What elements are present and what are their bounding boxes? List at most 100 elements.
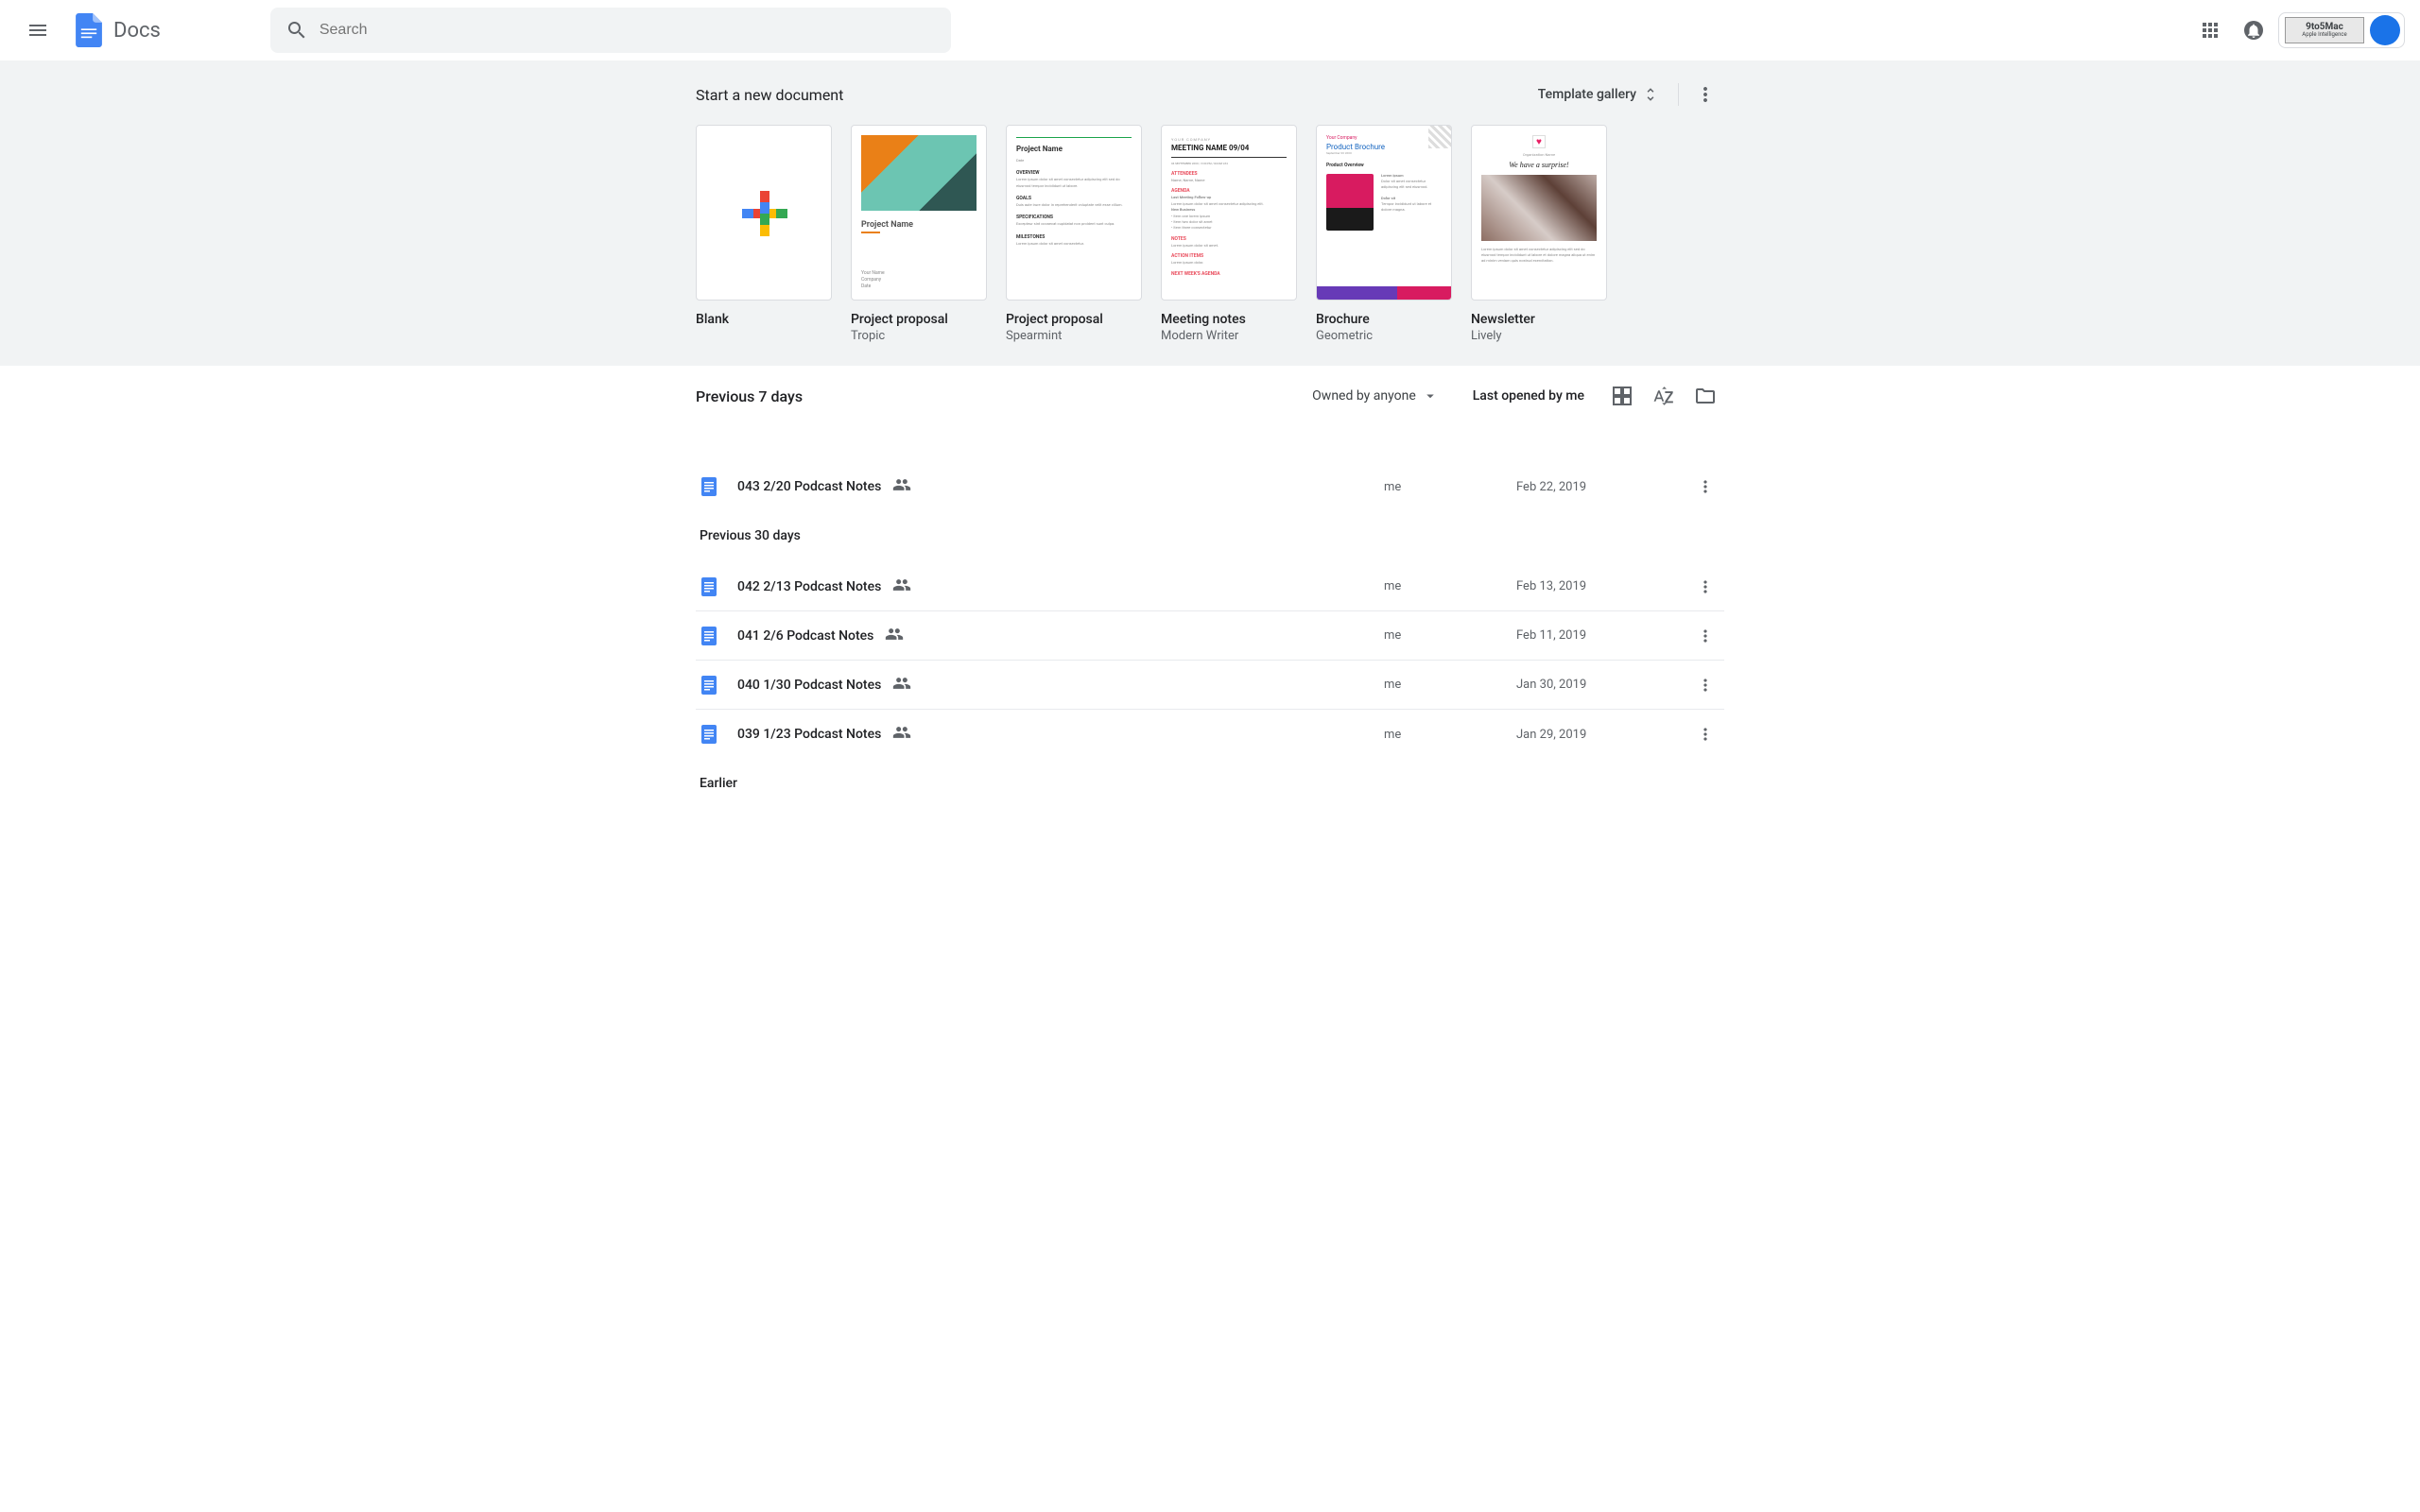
document-owner: me (1384, 480, 1516, 494)
more-vert-icon (1696, 627, 1715, 645)
document-date: Jan 29, 2019 (1516, 728, 1686, 742)
file-picker-button[interactable] (1686, 377, 1724, 415)
doc-icon (700, 477, 718, 496)
template-meeting-notes[interactable]: YOUR COMPANY MEETING NAME 09/04 04 SEPTE… (1161, 125, 1297, 343)
template-gallery-label: Template gallery (1538, 87, 1636, 102)
more-vert-icon (1696, 676, 1715, 695)
shared-icon (892, 674, 911, 696)
template-name: Brochure (1316, 312, 1452, 327)
documents-section: Previous 7 days Owned by anyone Last ope… (662, 366, 1758, 800)
avatar (2370, 15, 2400, 45)
template-blank[interactable]: Blank (696, 125, 832, 343)
shared-icon (892, 576, 911, 598)
document-row[interactable]: 041 2/6 Podcast Notes meFeb 11, 2019 (696, 611, 1724, 661)
more-vert-icon (1696, 477, 1715, 496)
notifications-button[interactable] (2235, 11, 2273, 49)
view-controls (1603, 377, 1724, 415)
templates-header: Start a new document Template gallery (696, 76, 1724, 113)
document-row[interactable]: 043 2/20 Podcast Notes meFeb 22, 2019 (696, 462, 1724, 511)
template-name: Newsletter (1471, 312, 1607, 327)
template-sub: Lively (1471, 329, 1607, 343)
apps-button[interactable] (2191, 11, 2229, 49)
template-gallery-button[interactable]: Template gallery (1527, 78, 1670, 111)
template-thumb: Project Name Your NameCompanyDate (851, 125, 987, 301)
document-date: Feb 22, 2019 (1516, 480, 1686, 494)
section-label: Previous 30 days (696, 511, 1724, 553)
brand-sub: Apple Intelligence (2302, 32, 2346, 38)
header-right: 9to5Mac Apple Intelligence (2191, 11, 2405, 49)
document-more-button[interactable] (1686, 617, 1724, 655)
sort-label[interactable]: Last opened by me (1473, 388, 1584, 404)
dropdown-icon (1422, 387, 1439, 404)
hamburger-icon (26, 19, 49, 42)
document-more-button[interactable] (1686, 468, 1724, 506)
templates-row: Blank Project Name Your NameCompanyDate … (696, 125, 1724, 343)
templates-more-button[interactable] (1686, 76, 1724, 113)
section-label: Previous 7 days (696, 387, 1301, 405)
folder-icon (1694, 385, 1717, 407)
doc-icon (700, 676, 718, 695)
template-sub: Modern Writer (1161, 329, 1297, 343)
grid-view-icon (1611, 385, 1634, 407)
separator (1678, 83, 1679, 106)
template-sub: Tropic (851, 329, 987, 343)
document-name: 040 1/30 Podcast Notes (737, 678, 881, 693)
document-name: 039 1/23 Podcast Notes (737, 727, 881, 742)
template-name: Project proposal (851, 312, 987, 327)
app-title: Docs (113, 19, 161, 43)
shared-icon (892, 475, 911, 498)
more-vert-icon (1696, 577, 1715, 596)
template-newsletter[interactable]: ♥ Organization Name We have a surprise! … (1471, 125, 1607, 343)
document-row[interactable]: 042 2/13 Podcast Notes meFeb 13, 2019 (696, 562, 1724, 611)
sort-az-icon (1652, 385, 1675, 407)
search-icon (285, 19, 308, 42)
app-logo[interactable]: Docs (72, 13, 161, 47)
shared-icon (885, 625, 904, 647)
account-switcher[interactable]: 9to5Mac Apple Intelligence (2278, 12, 2405, 48)
main-menu-button[interactable] (15, 8, 60, 53)
document-owner: me (1384, 628, 1516, 643)
template-brochure[interactable]: Your Company Product Brochure September … (1316, 125, 1452, 343)
document-name: 041 2/6 Podcast Notes (737, 628, 873, 644)
templates-section: Start a new document Template gallery Bl… (0, 60, 2420, 366)
template-sub: Geometric (1316, 329, 1452, 343)
grid-view-button[interactable] (1603, 377, 1641, 415)
document-date: Jan 30, 2019 (1516, 678, 1686, 692)
search-bar[interactable] (270, 8, 951, 53)
template-thumb: Your Company Product Brochure September … (1316, 125, 1452, 301)
doc-icon (700, 725, 718, 744)
more-vert-icon (1694, 83, 1717, 106)
search-input[interactable] (320, 22, 936, 39)
document-row[interactable]: 040 1/30 Podcast NotesmeJan 30, 2019 (696, 661, 1724, 710)
template-name: Blank (696, 312, 832, 327)
document-row[interactable]: 039 1/23 Podcast Notes meJan 29, 2019 (696, 710, 1724, 759)
document-more-button[interactable] (1686, 568, 1724, 606)
app-header: Docs 9to5Mac Apple Intelligence (0, 0, 2420, 60)
document-more-button[interactable] (1686, 715, 1724, 753)
bell-icon (2242, 19, 2265, 42)
section-label: Earlier (696, 759, 1724, 800)
document-owner: me (1384, 728, 1516, 742)
template-project-proposal-tropic[interactable]: Project Name Your NameCompanyDate Projec… (851, 125, 987, 343)
owner-filter-dropdown[interactable]: Owned by anyone (1301, 380, 1450, 412)
document-more-button[interactable] (1686, 666, 1724, 704)
template-thumb: YOUR COMPANY MEETING NAME 09/04 04 SEPTE… (1161, 125, 1297, 301)
document-name: 042 2/13 Podcast Notes (737, 579, 881, 594)
template-thumb: ♥ Organization Name We have a surprise! … (1471, 125, 1607, 301)
template-thumb-blank (696, 125, 832, 301)
doc-icon (700, 627, 718, 645)
sort-options-button[interactable] (1645, 377, 1683, 415)
unfold-icon (1642, 86, 1659, 103)
document-owner: me (1384, 579, 1516, 593)
document-date: Feb 13, 2019 (1516, 579, 1686, 593)
document-date: Feb 11, 2019 (1516, 628, 1686, 643)
more-vert-icon (1696, 725, 1715, 744)
template-name: Project proposal (1006, 312, 1142, 327)
templates-title: Start a new document (696, 86, 1527, 104)
apps-grid-icon (2199, 19, 2221, 42)
document-name: 043 2/20 Podcast Notes (737, 479, 881, 494)
owner-filter-label: Owned by anyone (1312, 388, 1416, 404)
template-sub: Spearmint (1006, 329, 1142, 343)
template-thumb: Project Name Date OVERVIEW Lorem ipsum d… (1006, 125, 1142, 301)
template-project-proposal-spearmint[interactable]: Project Name Date OVERVIEW Lorem ipsum d… (1006, 125, 1142, 343)
